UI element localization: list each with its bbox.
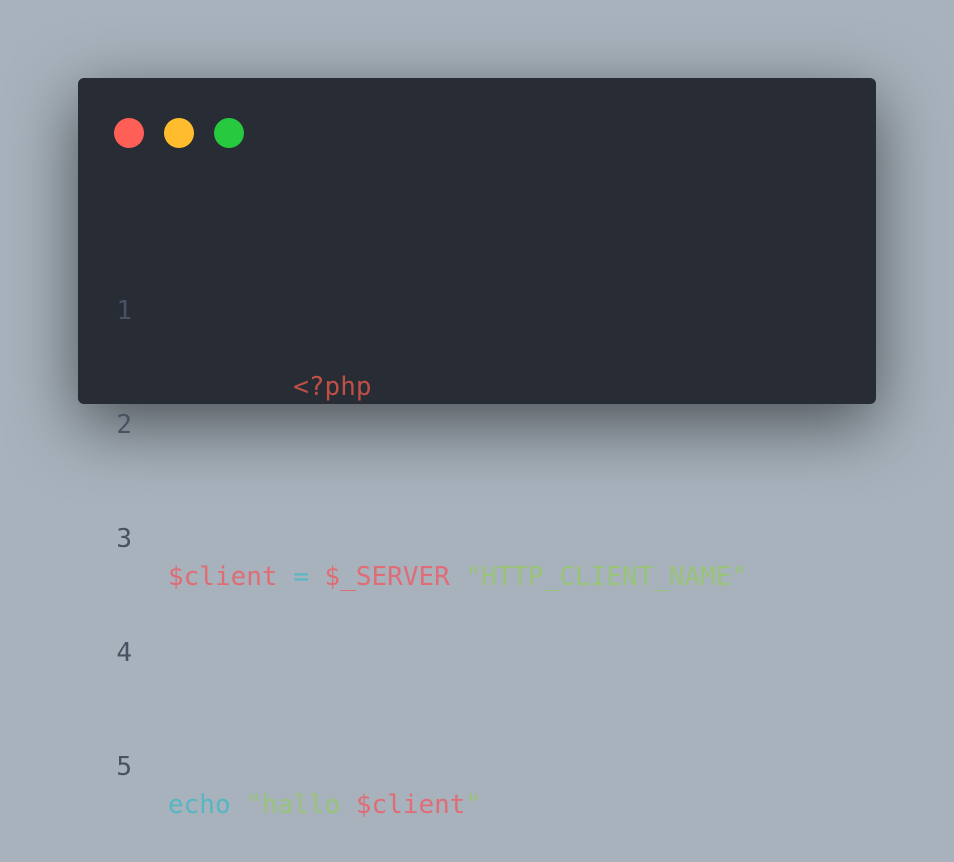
code-line: 2 bbox=[78, 368, 876, 440]
minimize-button[interactable] bbox=[164, 118, 194, 148]
line-number: 2 bbox=[116, 410, 132, 440]
code-token: = bbox=[293, 562, 309, 592]
line-number: 3 bbox=[116, 524, 132, 554]
code-line: 4 bbox=[78, 596, 876, 668]
code-line: 1 <?php bbox=[78, 254, 876, 402]
code-token: "HTTP_CLIENT_NAME" bbox=[465, 562, 748, 592]
code-text: echo "hallo $client"; bbox=[168, 786, 497, 824]
line-number: 4 bbox=[116, 638, 132, 668]
code-token: $client bbox=[168, 562, 278, 592]
close-button[interactable] bbox=[114, 118, 144, 148]
code-token: ]; bbox=[747, 562, 779, 592]
code-token: $_SERVER bbox=[324, 562, 450, 592]
code-line: 3 $client = $_SERVER["HTTP_CLIENT_NAME"]… bbox=[78, 482, 876, 592]
code-token: $client bbox=[355, 790, 466, 820]
code-token: " bbox=[465, 790, 482, 820]
code-token: ; bbox=[481, 790, 497, 820]
code-token: echo bbox=[168, 790, 231, 820]
code-window: 1 <?php 2 3 $client = $_SERVER["HTTP_CLI… bbox=[78, 78, 876, 820]
line-number: 1 bbox=[116, 296, 132, 326]
line-number: 5 bbox=[116, 752, 132, 782]
code-token: "hallo bbox=[246, 790, 356, 820]
code-token: [ bbox=[449, 562, 466, 592]
code-line: 5 echo "hallo $client"; bbox=[78, 710, 876, 820]
maximize-button[interactable] bbox=[214, 118, 244, 148]
code-text: $client = $_SERVER["HTTP_CLIENT_NAME"]; bbox=[168, 558, 779, 596]
code-block: 1 <?php 2 3 $client = $_SERVER["HTTP_CLI… bbox=[78, 178, 876, 824]
